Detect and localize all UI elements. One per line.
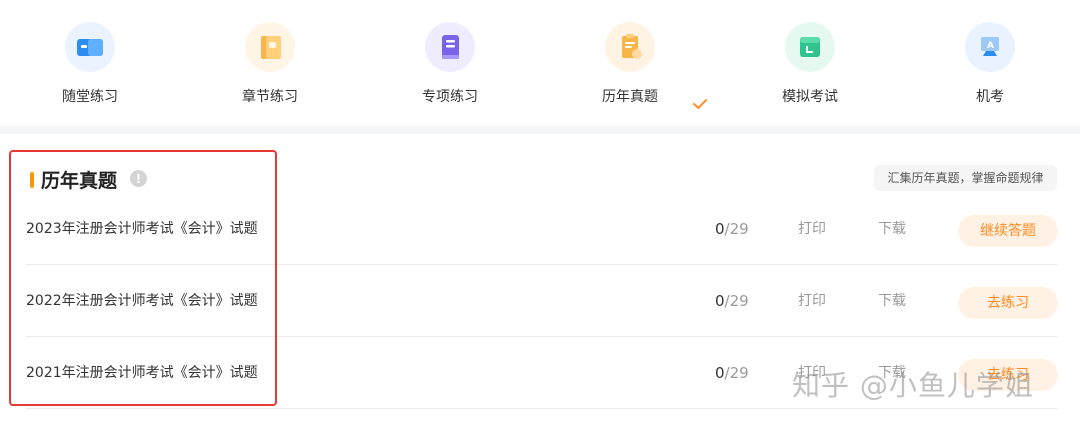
red-highlight-annotation [9, 150, 277, 406]
tab-label: 模拟考试 [782, 89, 838, 105]
exam-progress: 0/29 [715, 193, 749, 265]
print-button[interactable]: 打印 [798, 193, 826, 265]
practice-type-tabs: 随堂练习 章节练习 专项练习 历年真题 模拟考试 A 机考 [0, 0, 1080, 126]
tab-label: 专项练习 [422, 89, 478, 105]
progress-done: 0 [715, 220, 725, 238]
exam-progress: 0/29 [715, 337, 749, 409]
tab-computer-exam[interactable]: A 机考 [900, 0, 1080, 126]
download-button[interactable]: 下载 [878, 265, 906, 337]
tab-classroom-practice[interactable]: 随堂练习 [0, 0, 180, 126]
calendar-clock-icon [785, 22, 835, 72]
watermark: 知乎 @小鱼儿学姐 [792, 369, 1034, 402]
notebook-icon [425, 22, 475, 72]
progress-done: 0 [715, 364, 725, 382]
progress-total: /29 [724, 292, 749, 310]
svg-text:A: A [987, 41, 994, 51]
tab-past-exams[interactable]: 历年真题 [540, 0, 720, 126]
tab-label: 机考 [976, 89, 1004, 105]
continue-answer-button[interactable]: 继续答题 [958, 215, 1058, 247]
checkmark-icon [688, 92, 712, 116]
tab-chapter-practice[interactable]: 章节练习 [180, 0, 360, 126]
exam-paper-icon [605, 22, 655, 72]
computer-exam-icon: A [965, 22, 1015, 72]
tab-label: 随堂练习 [62, 89, 118, 105]
video-card-icon [65, 22, 115, 72]
practice-button[interactable]: 去练习 [958, 287, 1058, 319]
tab-topic-practice[interactable]: 专项练习 [360, 0, 540, 126]
progress-total: /29 [724, 220, 749, 238]
section-divider [0, 126, 1080, 134]
download-button[interactable]: 下载 [878, 193, 906, 265]
progress-done: 0 [715, 292, 725, 310]
section-tip: 汇集历年真题，掌握命题规律 [874, 165, 1057, 191]
progress-total: /29 [724, 364, 749, 382]
row-divider [26, 408, 1058, 409]
exam-progress: 0/29 [715, 265, 749, 337]
tab-mock-exam[interactable]: 模拟考试 [720, 0, 900, 126]
print-button[interactable]: 打印 [798, 265, 826, 337]
book-icon [245, 22, 295, 72]
tab-label: 章节练习 [242, 89, 298, 105]
